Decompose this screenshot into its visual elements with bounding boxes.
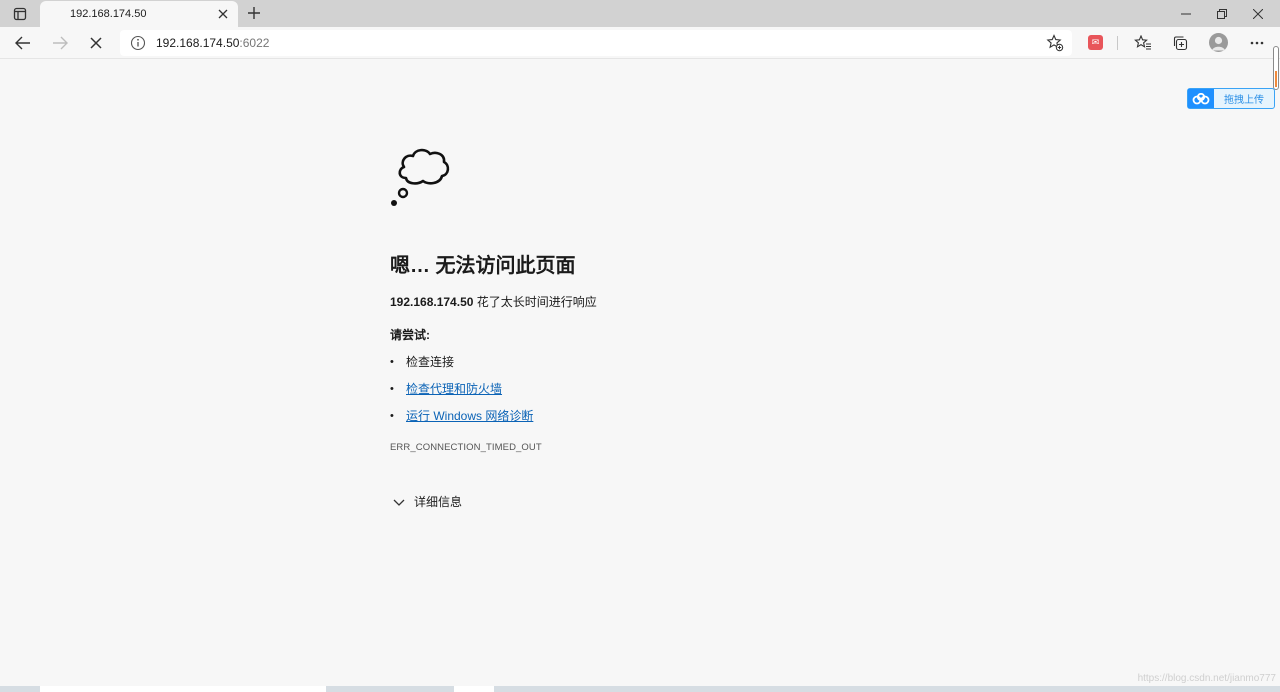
close-window-icon[interactable]: [1240, 0, 1276, 27]
add-favorite-icon[interactable]: [1046, 34, 1064, 52]
address-port: :6022: [239, 36, 270, 50]
suggestion-list: 检查连接 检查代理和防火墙 运行 Windows 网络诊断: [390, 354, 533, 435]
chevron-down-icon: [393, 499, 405, 506]
new-tab-icon[interactable]: [244, 3, 264, 23]
extension-icon[interactable]: ✉: [1088, 35, 1103, 50]
title-bar: 192.168.174.50: [0, 0, 1280, 27]
favorites-icon[interactable]: [1130, 30, 1156, 56]
tab-actions-menu-icon[interactable]: [8, 4, 32, 24]
site-info-icon[interactable]: [130, 35, 146, 51]
tab-title: 192.168.174.50: [70, 8, 147, 20]
drag-upload-widget[interactable]: 拖拽上传: [1187, 88, 1275, 109]
page-scrollbar[interactable]: [1273, 46, 1279, 90]
suggestion-check-connection: 检查连接: [390, 354, 533, 381]
address-bar[interactable]: 192.168.174.50:6022: [120, 30, 1072, 56]
tab-close-icon[interactable]: [214, 5, 232, 23]
restore-icon[interactable]: [1204, 0, 1240, 27]
details-label: 详细信息: [414, 495, 463, 509]
thinking-cloud-icon: [391, 148, 450, 206]
cloud-upload-icon: [1188, 89, 1214, 108]
browser-toolbar: 192.168.174.50:6022 ✉: [0, 27, 1280, 59]
forward-arrow-icon[interactable]: [47, 30, 73, 56]
error-description-text: 花了太长时间进行响应: [473, 295, 597, 309]
upload-label: 拖拽上传: [1224, 95, 1264, 106]
scroll-marker: [1275, 71, 1277, 87]
minimize-icon[interactable]: [1168, 0, 1204, 27]
address-host: 192.168.174.50: [156, 36, 240, 50]
details-toggle-button[interactable]: 详细信息: [392, 493, 462, 510]
profile-avatar[interactable]: [1209, 33, 1228, 52]
run-network-diagnostics-link[interactable]: 运行 Windows 网络诊断: [406, 409, 533, 423]
suggestion-run-diagnostics[interactable]: 运行 Windows 网络诊断: [390, 408, 533, 435]
toolbar-divider: [1117, 36, 1118, 50]
watermark-text: https://blog.csdn.net/jianmo777: [1137, 673, 1276, 684]
stop-loading-icon[interactable]: [83, 30, 109, 56]
more-options-icon[interactable]: [1244, 30, 1270, 56]
browser-tab[interactable]: 192.168.174.50: [40, 1, 238, 27]
error-host: 192.168.174.50: [390, 295, 474, 309]
collections-icon[interactable]: [1167, 30, 1193, 56]
suggestion-check-proxy-firewall[interactable]: 检查代理和防火墙: [390, 381, 533, 408]
check-proxy-firewall-link[interactable]: 检查代理和防火墙: [406, 382, 502, 396]
error-title: 嗯… 无法访问此页面: [390, 255, 576, 277]
back-arrow-icon[interactable]: [10, 30, 36, 56]
bottom-strip: [0, 686, 1280, 692]
error-code: ERR_CONNECTION_TIMED_OUT: [390, 442, 542, 453]
try-label: 请尝试:: [390, 328, 430, 342]
error-description: 192.168.174.50 花了太长时间进行响应: [390, 293, 597, 310]
